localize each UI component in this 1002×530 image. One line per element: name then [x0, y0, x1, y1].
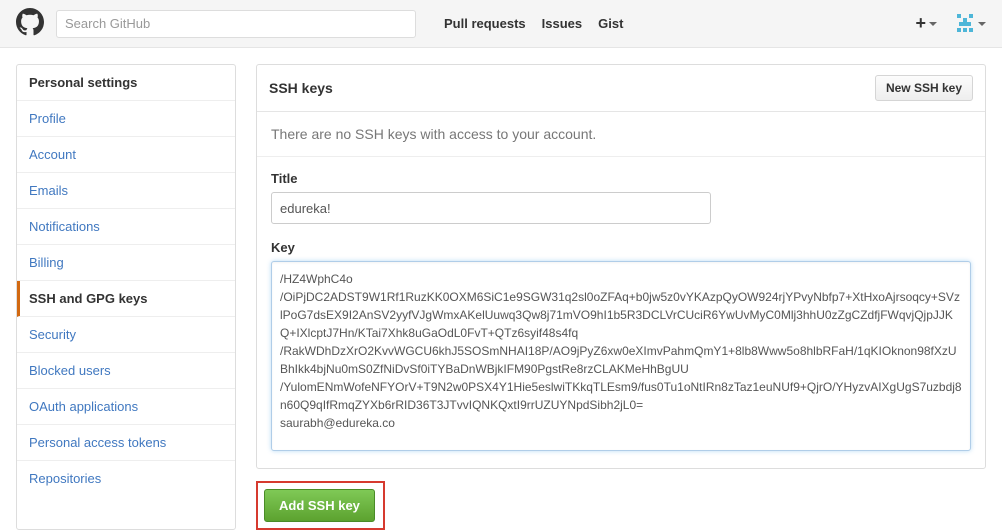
search-input[interactable]: [56, 10, 416, 38]
panel-title: SSH keys: [269, 80, 333, 96]
nav-right: +: [915, 13, 986, 34]
sidebar-item-ssh-gpg-keys[interactable]: SSH and GPG keys: [17, 281, 235, 317]
highlight-annotation: Add SSH key: [256, 481, 385, 530]
title-label: Title: [271, 171, 971, 186]
sidebar-item-repositories[interactable]: Repositories: [17, 461, 235, 496]
sidebar-item-personal-access-tokens[interactable]: Personal access tokens: [17, 425, 235, 461]
nav-issues[interactable]: Issues: [542, 16, 582, 31]
ssh-key-title-input[interactable]: [271, 192, 711, 224]
sidebar-item-billing[interactable]: Billing: [17, 245, 235, 281]
nav-pull-requests[interactable]: Pull requests: [444, 16, 526, 31]
add-ssh-key-button[interactable]: Add SSH key: [264, 489, 375, 522]
create-new-icon[interactable]: +: [915, 13, 937, 34]
topbar: Pull requests Issues Gist +: [0, 0, 1002, 48]
caret-down-icon: [978, 22, 986, 26]
github-logo-icon[interactable]: [16, 8, 44, 39]
sidebar-item-security[interactable]: Security: [17, 317, 235, 353]
nav-gist[interactable]: Gist: [598, 16, 623, 31]
sidebar-item-profile[interactable]: Profile: [17, 101, 235, 137]
sidebar-item-oauth-applications[interactable]: OAuth applications: [17, 389, 235, 425]
sidebar-item-account[interactable]: Account: [17, 137, 235, 173]
caret-down-icon: [929, 22, 937, 26]
main-content: SSH keys New SSH key There are no SSH ke…: [256, 64, 986, 530]
ssh-key-textarea[interactable]: [271, 261, 971, 451]
empty-message: There are no SSH keys with access to you…: [257, 112, 985, 157]
nav-center: Pull requests Issues Gist: [444, 16, 623, 31]
sidebar-item-notifications[interactable]: Notifications: [17, 209, 235, 245]
sidebar-heading: Personal settings: [17, 65, 235, 101]
ssh-keys-panel: SSH keys New SSH key There are no SSH ke…: [256, 64, 986, 469]
sidebar-item-blocked-users[interactable]: Blocked users: [17, 353, 235, 389]
key-label: Key: [271, 240, 971, 255]
user-avatar-icon[interactable]: [955, 14, 986, 34]
settings-sidebar: Personal settings Profile Account Emails…: [16, 64, 236, 530]
sidebar-item-emails[interactable]: Emails: [17, 173, 235, 209]
new-ssh-key-button[interactable]: New SSH key: [875, 75, 973, 101]
